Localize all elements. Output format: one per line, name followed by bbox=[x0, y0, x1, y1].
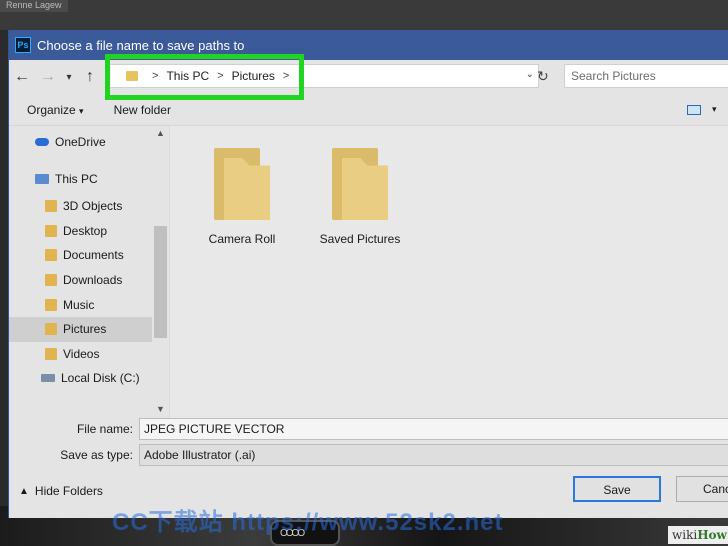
scroll-thumb[interactable] bbox=[154, 226, 167, 338]
videos-folder-icon bbox=[45, 347, 57, 360]
folder-label: Camera Roll bbox=[208, 232, 276, 246]
organize-button[interactable]: Organize ▾ bbox=[27, 103, 84, 117]
wikihow-logo: wikiHow bbox=[668, 526, 728, 544]
recent-locations-chevron-icon[interactable]: ▾ bbox=[61, 72, 77, 83]
hide-folders-button[interactable]: ▲ Hide Folders bbox=[19, 484, 103, 498]
forward-arrow-icon[interactable]: → bbox=[35, 68, 61, 86]
documents-folder-icon bbox=[45, 249, 57, 262]
organize-label: Organize bbox=[27, 102, 76, 117]
folder-item-camera-roll[interactable]: Camera Roll bbox=[192, 148, 292, 246]
onedrive-icon bbox=[35, 138, 49, 146]
sidebar-item-onedrive[interactable]: OneDrive bbox=[9, 128, 159, 156]
photoshop-icon: Ps bbox=[15, 37, 31, 53]
navigation-pane: OneDrive This PC 3D Objects Desktop Docu… bbox=[9, 126, 159, 418]
computer-icon bbox=[35, 174, 49, 184]
file-name-row: File name: JPEG PICTURE VECTOR bbox=[9, 418, 728, 440]
music-folder-icon bbox=[45, 298, 57, 311]
sidebar-item-3d-objects[interactable]: 3D Objects bbox=[9, 194, 159, 219]
refresh-icon[interactable]: ↻ bbox=[537, 68, 555, 86]
pictures-folder-icon bbox=[45, 323, 57, 336]
save-type-label: Save as type: bbox=[60, 448, 133, 462]
background-app-bar: Renne Lagew bbox=[0, 0, 728, 30]
folder-icon bbox=[214, 148, 270, 220]
browser-content: OneDrive This PC 3D Objects Desktop Docu… bbox=[9, 126, 728, 418]
sidebar-item-label: Pictures bbox=[63, 322, 107, 337]
sidebar-item-pictures[interactable]: Pictures bbox=[9, 316, 159, 342]
chevron-up-icon: ▲ bbox=[19, 485, 29, 497]
folder-label: Saved Pictures bbox=[319, 232, 401, 246]
sidebar-item-local-disk[interactable]: Local Disk (C:) bbox=[9, 366, 159, 391]
change-view-icon[interactable] bbox=[687, 105, 701, 115]
new-folder-button[interactable]: New folder bbox=[114, 103, 171, 117]
sidebar-item-this-pc[interactable]: This PC bbox=[9, 156, 159, 194]
sidebar-item-label: Music bbox=[63, 297, 95, 312]
sidebar-item-label: 3D Objects bbox=[63, 199, 123, 214]
up-arrow-icon[interactable]: ↑ bbox=[77, 68, 103, 86]
sidebar-item-downloads[interactable]: Downloads bbox=[9, 268, 159, 293]
save-dialog: Ps Choose a file name to save paths to ←… bbox=[8, 30, 728, 518]
sidebar-item-desktop[interactable]: Desktop bbox=[9, 219, 159, 244]
sidebar-item-label: This PC bbox=[55, 172, 98, 186]
scroll-up-icon[interactable]: ▲ bbox=[156, 128, 165, 138]
sidebar-item-label: Local Disk (C:) bbox=[61, 371, 140, 386]
3d-objects-folder-icon bbox=[45, 200, 57, 213]
sidebar-item-label: Downloads bbox=[63, 273, 123, 288]
address-highlight-box bbox=[105, 54, 304, 100]
address-dropdown-icon[interactable]: ⌄ bbox=[526, 69, 534, 80]
save-button[interactable]: Save bbox=[573, 476, 661, 502]
save-type-row: Save as type: Adobe Illustrator (.ai) bbox=[9, 444, 728, 466]
sidebar-item-documents[interactable]: Documents bbox=[9, 243, 159, 268]
sidebar-item-label: OneDrive bbox=[55, 135, 106, 149]
sidebar-item-label: Documents bbox=[63, 248, 124, 263]
file-list: Camera Roll Saved Pictures bbox=[169, 126, 728, 418]
view-options-chevron-icon[interactable]: ▾ bbox=[712, 104, 717, 115]
organize-dropdown-icon: ▾ bbox=[79, 105, 84, 116]
desktop-folder-icon bbox=[45, 224, 57, 237]
save-form: File name: JPEG PICTURE VECTOR Save as t… bbox=[9, 418, 728, 472]
file-name-field[interactable]: JPEG PICTURE VECTOR bbox=[139, 418, 728, 440]
wikihow-how: How bbox=[697, 528, 727, 542]
wikihow-wiki: wiki bbox=[672, 528, 698, 542]
downloads-folder-icon bbox=[45, 274, 57, 287]
sidebar-item-music[interactable]: Music bbox=[9, 292, 159, 317]
hide-folders-label: Hide Folders bbox=[34, 484, 103, 498]
file-name-label: File name: bbox=[76, 422, 133, 436]
search-input[interactable]: Search Pictures bbox=[564, 64, 728, 88]
watermark-text: CC下载站 https://www.52sk2.net bbox=[112, 509, 504, 536]
background-tab: Renne Lagew bbox=[0, 0, 68, 12]
cancel-button[interactable]: Canc bbox=[676, 476, 728, 502]
scroll-down-icon[interactable]: ▼ bbox=[156, 404, 165, 414]
save-type-select[interactable]: Adobe Illustrator (.ai) bbox=[139, 444, 728, 466]
sidebar-scrollbar[interactable]: ▲ ▼ bbox=[152, 126, 169, 418]
folder-icon bbox=[332, 148, 388, 220]
back-arrow-icon[interactable]: ← bbox=[9, 68, 35, 86]
folder-item-saved-pictures[interactable]: Saved Pictures bbox=[310, 148, 410, 246]
disk-icon bbox=[41, 374, 55, 383]
dialog-title: Choose a file name to save paths to bbox=[37, 37, 245, 53]
sidebar-item-label: Videos bbox=[63, 346, 100, 361]
sidebar-item-videos[interactable]: Videos bbox=[9, 342, 159, 367]
sidebar-item-label: Desktop bbox=[63, 223, 108, 238]
